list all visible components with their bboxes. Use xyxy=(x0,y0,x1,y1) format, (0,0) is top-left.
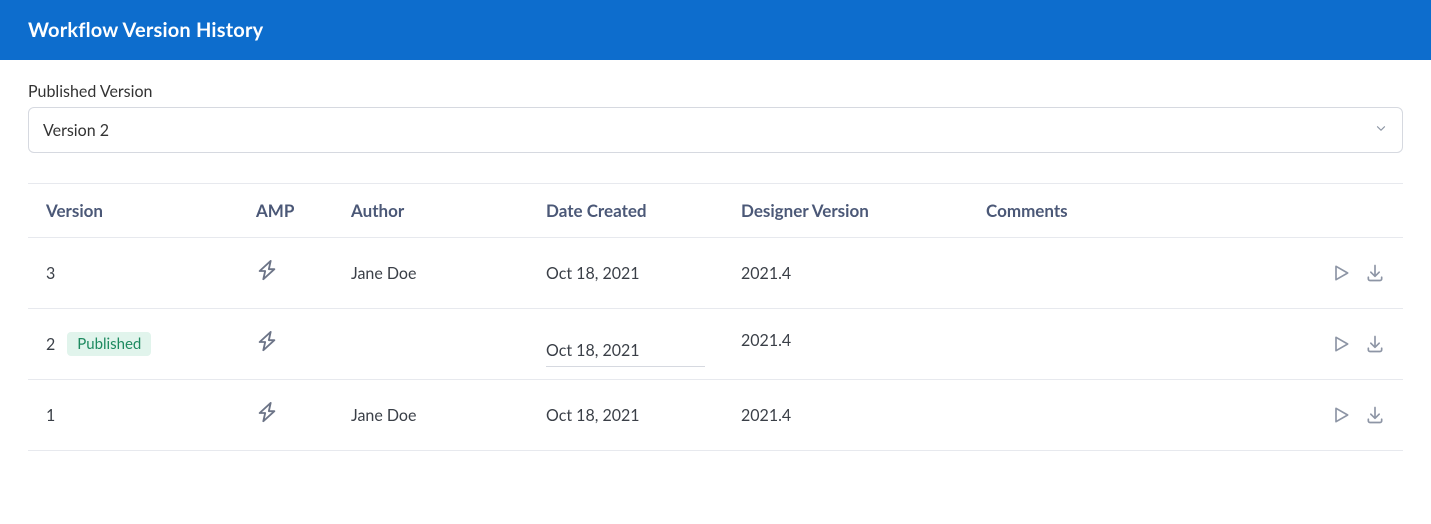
page-title: Workflow Version History xyxy=(28,18,1403,42)
table-row: 2 Published Oct 18, 2021 2021.4 xyxy=(28,309,1403,380)
col-comments[interactable]: Comments xyxy=(968,184,1293,238)
date-cell: Oct 18, 2021 xyxy=(528,380,723,451)
col-date[interactable]: Date Created xyxy=(528,184,723,238)
designer-cell: 2021.4 xyxy=(723,238,968,309)
version-history-table: Version AMP Author Date Created Designer… xyxy=(28,183,1403,451)
comments-cell xyxy=(968,309,1293,380)
version-number: 2 xyxy=(46,335,55,354)
published-badge: Published xyxy=(67,332,151,356)
lightning-icon xyxy=(256,267,278,286)
table-row: 1 Jane Doe Oct 18, 2021 2021.4 xyxy=(28,380,1403,451)
comments-cell xyxy=(968,380,1293,451)
col-amp[interactable]: AMP xyxy=(238,184,333,238)
download-icon[interactable] xyxy=(1365,263,1385,283)
author-cell: Jane Doe xyxy=(333,380,528,451)
col-actions xyxy=(1293,184,1403,238)
col-author[interactable]: Author xyxy=(333,184,528,238)
published-version-select[interactable]: Version 2 xyxy=(28,107,1403,153)
table-row: 3 Jane Doe Oct 18, 2021 2021.4 xyxy=(28,238,1403,309)
author-cell: Jane Doe xyxy=(333,238,528,309)
comments-cell xyxy=(968,238,1293,309)
chevron-down-icon xyxy=(1374,121,1388,140)
download-icon[interactable] xyxy=(1365,334,1385,354)
download-icon[interactable] xyxy=(1365,405,1385,425)
published-version-value: Version 2 xyxy=(43,121,109,140)
col-version[interactable]: Version xyxy=(28,184,238,238)
page-header: Workflow Version History xyxy=(0,0,1431,60)
content-area: Published Version Version 2 Version AMP … xyxy=(0,60,1431,451)
date-cell: Oct 18, 2021 xyxy=(546,341,705,367)
play-icon[interactable] xyxy=(1331,263,1351,283)
version-number: 3 xyxy=(46,264,55,283)
play-icon[interactable] xyxy=(1331,334,1351,354)
designer-cell: 2021.4 xyxy=(723,309,968,380)
published-version-label: Published Version xyxy=(28,82,1403,101)
col-designer[interactable]: Designer Version xyxy=(723,184,968,238)
lightning-icon xyxy=(256,338,278,357)
play-icon[interactable] xyxy=(1331,405,1351,425)
table-header-row: Version AMP Author Date Created Designer… xyxy=(28,184,1403,238)
lightning-icon xyxy=(256,409,278,428)
version-number: 1 xyxy=(46,406,55,425)
author-cell xyxy=(333,309,528,380)
date-cell: Oct 18, 2021 xyxy=(528,238,723,309)
designer-cell: 2021.4 xyxy=(723,380,968,451)
